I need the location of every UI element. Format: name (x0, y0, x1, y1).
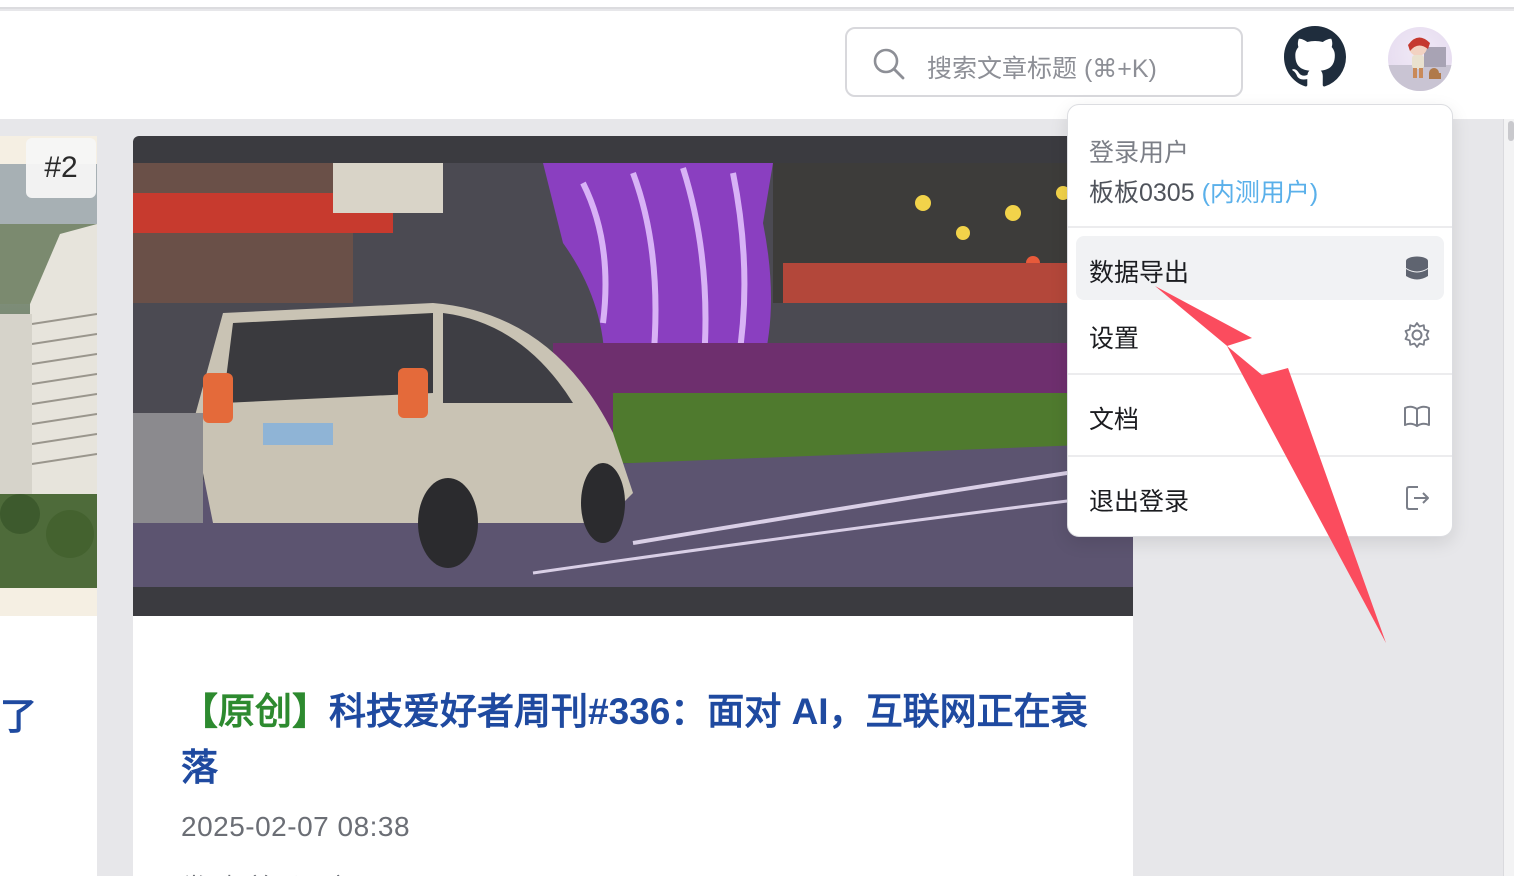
search-placeholder: 搜索文章标题 (⌘+K) (927, 55, 1157, 83)
menu-item-label: 退出登录 (1089, 488, 1190, 516)
scrollbar-track[interactable] (1503, 119, 1514, 876)
article-thumbnail (133, 136, 1133, 616)
login-user-label: 登录用户 (1089, 139, 1190, 167)
previous-article-thumbnail: #2 (0, 136, 97, 616)
menu-divider (1068, 226, 1452, 228)
user-info: 板板0305 (内测用户) (1089, 173, 1318, 209)
previous-article-title-fragment[interactable]: 了 (0, 686, 37, 740)
article-card[interactable]: 【原创】科技爱好者周刊#336：面对 AI，互联网正在衰落 2025-02-07… (133, 136, 1133, 876)
menu-item-data-export[interactable]: 数据导出 (1076, 236, 1444, 300)
menu-item-settings[interactable]: 设置 (1076, 302, 1444, 366)
menu-divider (1068, 373, 1452, 375)
article-date: 2025-02-07 08:38 (181, 811, 411, 842)
menu-item-label: 文档 (1089, 406, 1140, 434)
book-icon (1404, 405, 1430, 427)
github-icon[interactable] (1284, 26, 1346, 88)
menu-item-docs[interactable]: 文档 (1076, 383, 1444, 447)
header-bar: 搜索文章标题 (⌘+K) (0, 11, 1514, 119)
search-box[interactable]: 搜索文章标题 (⌘+K) (845, 27, 1243, 97)
menu-item-label: 设置 (1089, 325, 1140, 353)
menu-item-logout[interactable]: 退出登录 (1076, 465, 1444, 529)
article-meta: 类型: 普通用户 (181, 868, 351, 876)
top-edge (0, 0, 1514, 9)
menu-item-label: 数据导出 (1089, 259, 1190, 287)
article-tag: 【原创】 (181, 691, 329, 732)
article-title[interactable]: 【原创】科技爱好者周刊#336：面对 AI，互联网正在衰落 (181, 684, 1101, 796)
rank-badge: #2 (26, 138, 96, 198)
database-icon (1406, 256, 1428, 280)
previous-article-card[interactable]: #2 了 (0, 136, 97, 876)
previous-article-photo (0, 164, 97, 588)
user-avatar[interactable] (1388, 27, 1452, 91)
user-role-badge: (内测用户) (1201, 179, 1319, 207)
username: 板板0305 (1089, 179, 1195, 207)
scrollbar-thumb[interactable] (1508, 121, 1514, 141)
logout-icon (1406, 486, 1429, 510)
gear-icon (1404, 322, 1430, 348)
user-dropdown-menu: 登录用户 板板0305 (内测用户) 数据导出 设置 文档 退出登录 (1067, 104, 1453, 537)
search-icon (873, 48, 905, 80)
avatar-illustration (1388, 37, 1452, 91)
menu-divider (1068, 455, 1452, 457)
article-cover-photo (133, 163, 1133, 587)
